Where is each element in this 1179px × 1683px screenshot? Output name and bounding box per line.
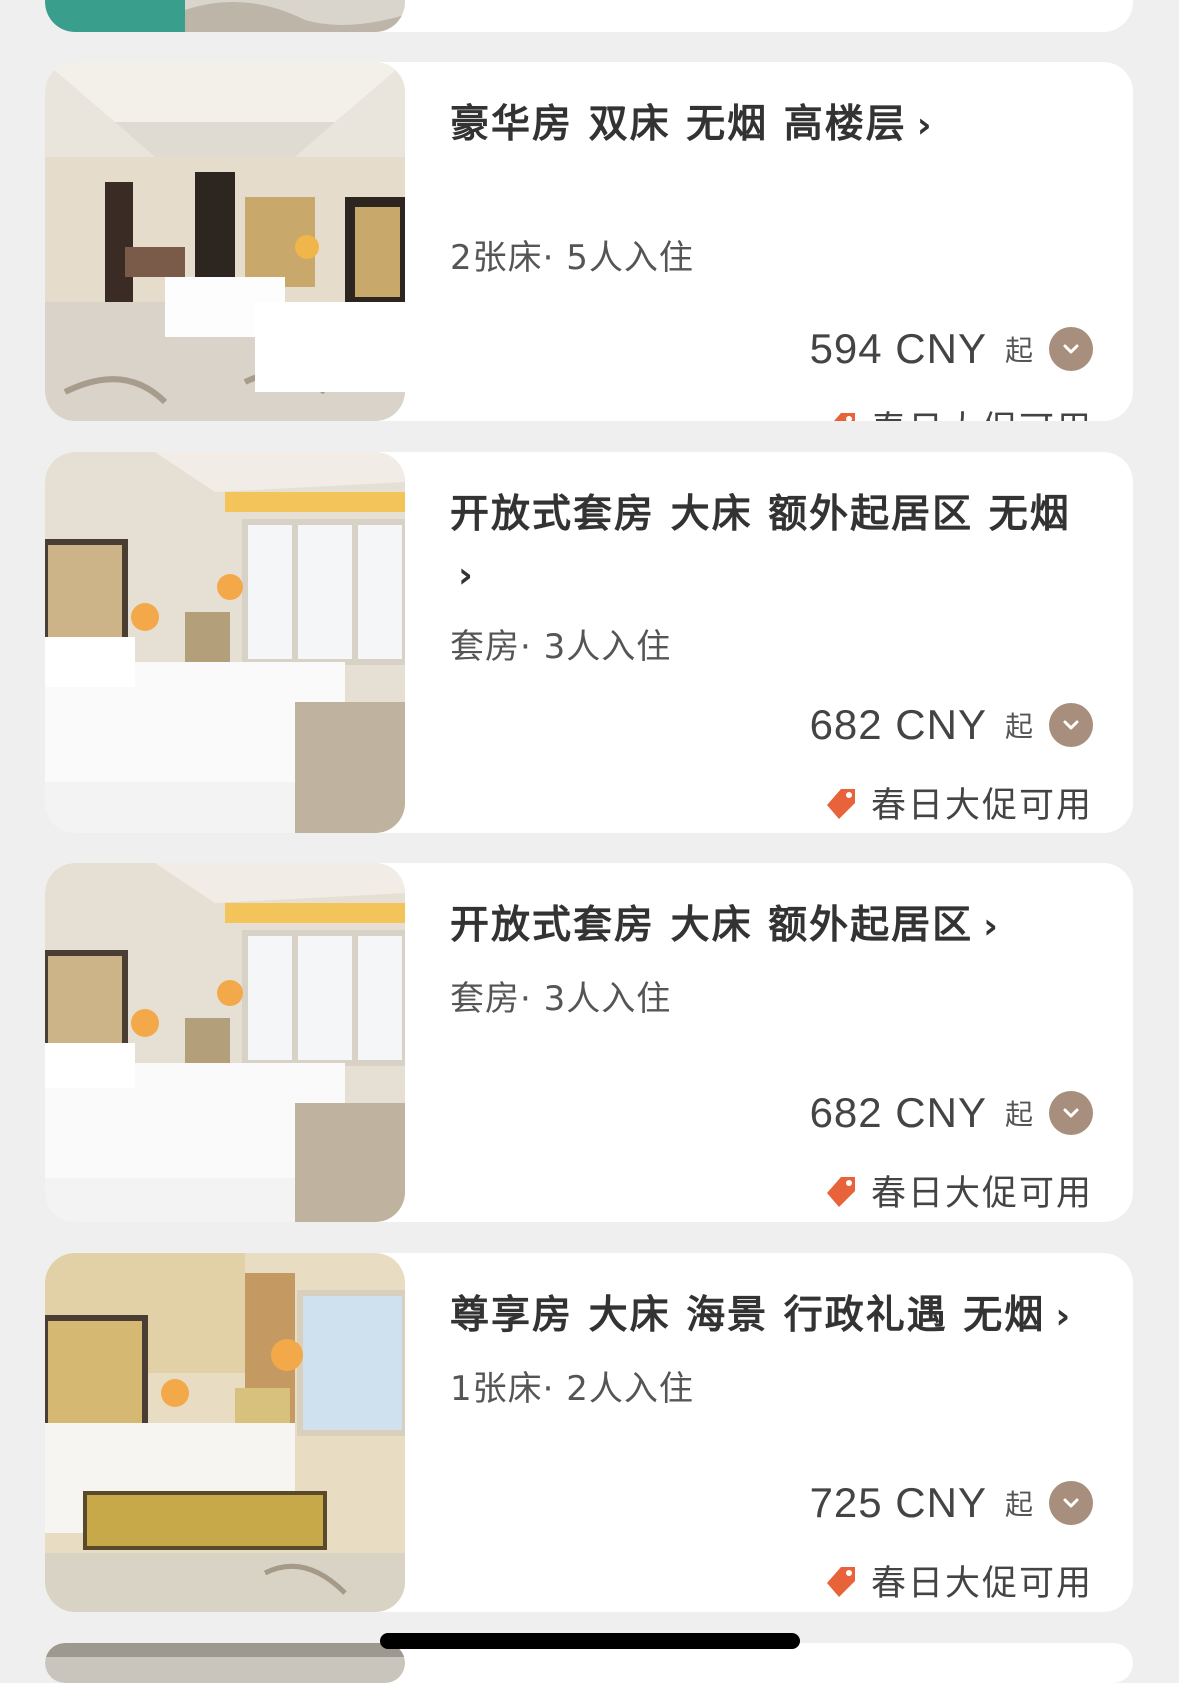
chevron-down-circle-icon[interactable]: [1049, 703, 1093, 747]
room-photo[interactable]: [45, 452, 405, 833]
price-suffix: 起: [1004, 334, 1033, 367]
room-info: 豪华房 双床 无烟 高楼层› 2张床· 5人入住 594 CNY 起 春日大促可…: [450, 62, 1093, 421]
room-meta: 套房· 3人入住: [450, 627, 672, 667]
room-photo[interactable]: [45, 62, 405, 421]
chevron-down-circle-icon[interactable]: [1049, 1091, 1093, 1135]
room-photo[interactable]: [45, 1253, 405, 1612]
room-meta: 套房· 3人入住: [450, 979, 672, 1019]
price-tag-icon: [826, 1566, 855, 1597]
promo-text: 春日大促可用: [871, 401, 1093, 421]
room-meta: 2张床· 5人入住: [450, 238, 694, 278]
promo-row: 春日大促可用: [823, 401, 1093, 421]
price-row[interactable]: 682 CNY 起: [810, 1089, 1093, 1137]
promo-row: 春日大促可用: [823, 777, 1093, 828]
room-info: 开放式套房 大床 额外起居区 无烟 › 套房· 3人入住 682 CNY 起 春日…: [450, 452, 1093, 833]
room-info: 开放式套房 大床 额外起居区 › 套房· 3人入住 682 CNY 起 春日大促可…: [450, 863, 1093, 1222]
promo-row: 春日大促可用: [823, 1555, 1093, 1606]
room-info: 尊享房 大床 海景 行政礼遇 无烟 › 1张床· 2人入住 725 CNY 起 春…: [450, 1253, 1093, 1612]
room-title[interactable]: 豪华房 双床 无烟 高楼层 ›: [450, 95, 1090, 156]
price-suffix: 起: [1004, 1098, 1033, 1131]
price-suffix: 起: [1004, 710, 1033, 743]
room-card-partial-bottom[interactable]: [45, 1643, 1133, 1683]
chevron-right-icon: ›: [458, 555, 475, 596]
price-tag-icon: [833, 412, 855, 421]
price-row[interactable]: 725 CNY 起: [810, 1479, 1093, 1527]
room-price: 594 CNY: [809, 325, 987, 372]
room-meta: 1张床· 2人入住: [450, 1369, 694, 1409]
room-title[interactable]: 开放式套房 大床 额外起居区 无烟 ›: [450, 485, 1090, 606]
promo-row: 春日大促可用: [823, 1165, 1093, 1216]
room-photo[interactable]: [45, 1643, 405, 1683]
price-row[interactable]: 682 CNY 起: [810, 701, 1093, 749]
room-price: 682 CNY: [809, 1089, 987, 1136]
home-indicator[interactable]: [380, 1633, 800, 1649]
chevron-down-circle-icon[interactable]: [1049, 1481, 1093, 1525]
price-tag-icon: [826, 1176, 855, 1207]
price-row[interactable]: 594 CNY 起: [810, 325, 1093, 373]
chevron-down-circle-icon[interactable]: [1049, 327, 1093, 371]
price-suffix: 起: [1004, 1488, 1033, 1521]
room-price: 725 CNY: [809, 1479, 987, 1526]
promo-text: 春日大促可用: [870, 1174, 1093, 1214]
room-title-text: 尊享房 大床 海景 行政礼遇 无烟: [450, 1293, 1046, 1338]
room-price: 682 CNY: [809, 701, 987, 748]
chevron-right-icon: ›: [983, 906, 1000, 947]
chevron-right-icon: ›: [1055, 1296, 1073, 1337]
room-title[interactable]: 开放式套房 大床 额外起居区 ›: [450, 896, 1090, 957]
room-title-text: 豪华房 双床 无烟 高楼层: [450, 102, 907, 147]
room-photo[interactable]: [45, 0, 405, 32]
room-title-text: 开放式套房 大床 额外起居区 无烟: [450, 492, 1071, 537]
room-card[interactable]: 开放式套房 大床 额外起居区 无烟 › 套房· 3人入住 682 CNY 起 春日…: [45, 452, 1133, 833]
room-photo[interactable]: [45, 863, 405, 1222]
promo-text: 春日大促可用: [870, 1564, 1093, 1604]
room-card[interactable]: 豪华房 双床 无烟 高楼层› 2张床· 5人入住 594 CNY 起 春日大促可…: [45, 62, 1133, 421]
room-card[interactable]: 尊享房 大床 海景 行政礼遇 无烟 › 1张床· 2人入住 725 CNY 起 春…: [45, 1253, 1133, 1612]
room-list: 豪华房 双床 无烟 高楼层› 2张床· 5人入住 594 CNY 起 春日大促可…: [0, 0, 1179, 1683]
room-title[interactable]: 尊享房 大床 海景 行政礼遇 无烟 ›: [450, 1286, 1110, 1347]
promo-text: 春日大促可用: [870, 786, 1093, 826]
room-card-partial-top[interactable]: [45, 0, 1133, 32]
room-card[interactable]: 开放式套房 大床 额外起居区 › 套房· 3人入住 682 CNY 起 春日大促可…: [45, 863, 1133, 1222]
price-tag-icon: [826, 788, 855, 819]
chevron-right-icon: ›: [916, 105, 934, 146]
room-title-text: 开放式套房 大床 额外起居区: [450, 903, 974, 948]
